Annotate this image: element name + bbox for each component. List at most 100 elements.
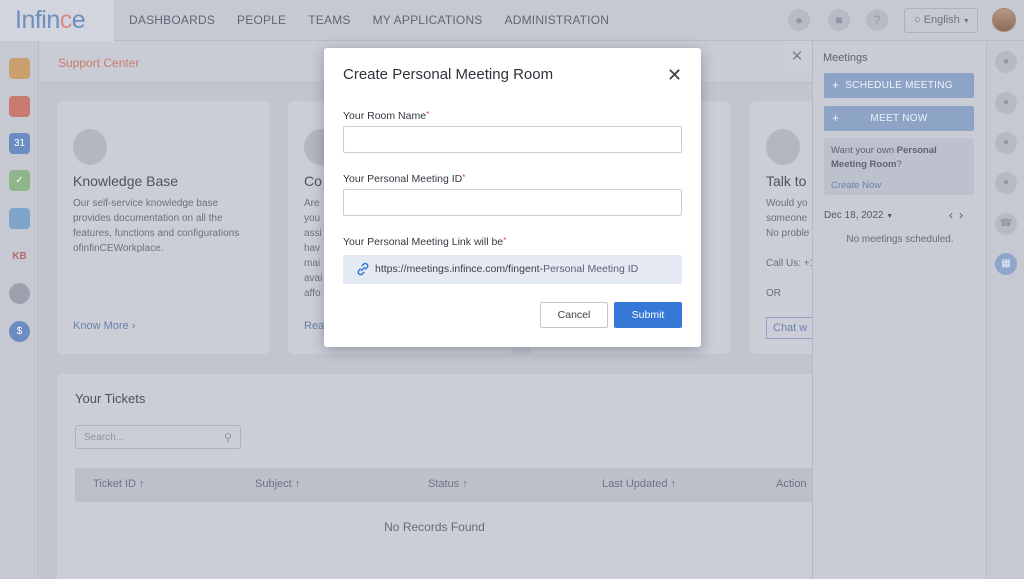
folder-icon[interactable] [9,58,30,79]
required-mark: * [462,173,466,182]
language-label: English [923,14,960,26]
col-ticket-id[interactable]: Ticket ID ↑ [93,478,145,490]
breadcrumb[interactable]: Support Center [58,56,139,70]
card-line: OR [766,288,781,299]
date-nav: ‹› [949,208,969,222]
kb-icon[interactable]: KB [9,246,30,267]
headset-icon [766,129,800,165]
group-icon[interactable]: ● [995,132,1017,154]
gallery-icon[interactable] [9,208,30,229]
chevron-right-icon[interactable]: › [959,208,969,222]
link-base: https://meetings.infince.com/fingent- [375,263,544,275]
chat-bubble-icon[interactable] [9,283,30,304]
label-text: Your Room Name [343,110,427,122]
no-meetings-text: No meetings scheduled. [846,234,954,245]
col-subject[interactable]: Subject ↑ [255,478,300,490]
promo-text: Want your own [831,145,897,156]
card-line: No proble [766,228,810,239]
main-nav: DASHBOARDS PEOPLE TEAMS MY APPLICATIONS … [118,0,620,41]
close-icon[interactable]: ✕ [667,65,682,85]
search-icon[interactable]: ⚲ [224,431,232,444]
meeting-id-label: Your Personal Meeting ID* [343,173,465,185]
team-icon[interactable]: ● [995,172,1017,194]
meeting-link-preview: https://meetings.infince.com/fingent-Per… [343,255,682,284]
globe-icon: ○ [914,14,921,26]
chat-with-us-button[interactable]: Chat w [766,317,814,339]
dollar-icon[interactable]: $ [9,321,30,342]
meetings-title: Meetings [823,52,868,64]
help-icon[interactable]: ? [866,9,888,31]
link-id-placeholder: Personal Meeting ID [543,263,639,275]
mail-icon[interactable] [9,96,30,117]
empty-state: No Records Found [384,520,485,534]
meeting-id-input[interactable] [343,189,682,216]
card-title: Knowledge Base [73,173,179,189]
button-label: MEET NOW [870,113,928,124]
know-more-link[interactable]: Know More › [73,320,135,332]
card-title: Talk to [766,173,807,189]
calendar-icon[interactable]: ▦ [995,253,1017,275]
room-name-label: Your Room Name* [343,110,429,122]
right-sidebar: ● ● ● ● ☎ ▦ [986,41,1024,579]
read-more-link[interactable]: Rea [304,320,324,332]
col-last-updated[interactable]: Last Updated ↑ [602,478,676,490]
meeting-link-text: https://meetings.infince.com/fingent-Per… [375,263,638,275]
card-text: Our self-service knowledge base provides… [73,198,240,254]
meeting-link-label: Your Personal Meeting Link will be* [343,236,506,248]
caret-down-icon: ▼ [886,213,894,220]
submit-button[interactable]: Submit [614,302,682,328]
create-now-link[interactable]: Create Now [831,179,881,193]
knowledge-base-card: Knowledge Base Our self-service knowledg… [57,101,270,354]
button-label: SCHEDULE MEETING [845,80,953,91]
modal-title: Create Personal Meeting Room [343,66,554,83]
phone-icon[interactable]: ☎ [995,213,1017,235]
col-status[interactable]: Status ↑ [428,478,468,490]
clipboard-icon[interactable]: ■ [828,9,850,31]
calendar-icon[interactable]: 31 [9,133,30,154]
required-mark: * [426,110,430,119]
card-line: Would yo [766,198,808,209]
nav-teams[interactable]: TEAMS [297,0,361,41]
contacts-icon[interactable]: ● [995,92,1017,114]
card-title: Co [304,173,322,189]
search-placeholder: Search... [84,432,125,443]
promo-suffix: ? [896,159,902,170]
chat-icon[interactable]: ● [995,51,1017,73]
left-sidebar: 31 ✓ KB $ [0,41,39,579]
chevron-left-icon[interactable]: ‹ [949,208,959,222]
language-select[interactable]: ○ English ▼ [904,8,978,33]
label-text: Your Personal Meeting ID [343,173,463,185]
nav-my-applications[interactable]: MY APPLICATIONS [362,0,494,41]
room-name-input[interactable] [343,126,682,153]
meetings-date-select[interactable]: Dec 18, 2022 ▼ [824,210,893,221]
meetings-date: Dec 18, 2022 [824,210,884,221]
personal-room-promo: Want your own Personal Meeting Room? Cre… [824,138,974,195]
kb-label: KB [12,251,27,262]
know-more-label: Know More [73,320,129,332]
bell-icon[interactable]: ● [788,9,810,31]
talk-to-card: Talk to Would yo someone No proble Call … [750,101,815,354]
top-navbar: Infince DASHBOARDS PEOPLE TEAMS MY APPLI… [0,0,1024,41]
tickets-panel: Your Tickets Search... ⚲ Ticket ID ↑ Sub… [57,374,812,579]
tickets-title: Your Tickets [75,391,146,406]
nav-administration[interactable]: ADMINISTRATION [494,0,621,41]
ticket-search-input[interactable]: Search... ⚲ [75,425,241,449]
meet-now-button[interactable]: + MEET NOW [824,106,974,131]
nav-dashboards[interactable]: DASHBOARDS [118,0,226,41]
create-meeting-room-modal: Create Personal Meeting Room ✕ Your Room… [324,48,701,347]
close-meetings-panel-icon[interactable]: ✕ [782,44,812,72]
label-text: Your Personal Meeting Link will be [343,236,504,248]
calendar-day: 31 [13,138,26,149]
card-text: Would yo someone No proble Call Us: +1 O… [766,196,816,301]
card-line: Call Us: +1 [766,258,816,269]
table-header: Ticket ID ↑ Subject ↑ Status ↑ Last Upda… [75,468,812,502]
tasks-icon[interactable]: ✓ [9,170,30,191]
nav-people[interactable]: PEOPLE [226,0,297,41]
cancel-button[interactable]: Cancel [540,302,608,328]
schedule-meeting-button[interactable]: + SCHEDULE MEETING [824,73,974,98]
brain-icon [73,129,107,165]
app-logo[interactable]: Infince [0,0,114,41]
user-avatar[interactable] [992,8,1016,32]
